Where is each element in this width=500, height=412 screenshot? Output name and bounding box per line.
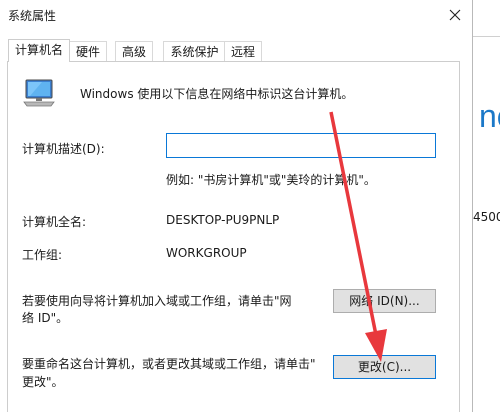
workgroup-label: 工作组: bbox=[22, 248, 63, 262]
background-window: nc 4500 bbox=[473, 0, 500, 412]
background-heading-fragment: nc bbox=[479, 98, 500, 134]
tab-advanced[interactable]: 高级 bbox=[115, 41, 153, 61]
fullname-value: DESKTOP-PU9PNLP bbox=[166, 213, 280, 227]
info-text: Windows 使用以下信息在网络中标识这台计算机。 bbox=[80, 87, 354, 101]
tab-system-protection[interactable]: 系统保护 bbox=[163, 41, 226, 61]
network-id-button[interactable]: 网络 ID(N)... bbox=[333, 289, 436, 313]
tab-hardware[interactable]: 硬件 bbox=[69, 41, 107, 61]
fullname-label: 计算机全名: bbox=[22, 215, 87, 229]
network-text-line1: 若要使用向导将计算机加入域或工作组，请单击"网 bbox=[22, 294, 292, 308]
example-text: 例如: "书房计算机"或"美玲的计算机"。 bbox=[166, 173, 376, 187]
tab-computer-name[interactable]: 计算机名 bbox=[8, 39, 70, 62]
description-label: 计算机描述(D): bbox=[22, 142, 105, 156]
system-properties-dialog: 系统属性 计算机名 硬件 高级 系统保护 远程 Windows 使用以下信息在网… bbox=[0, 0, 473, 412]
background-number-fragment: 4500 bbox=[473, 210, 500, 224]
change-button[interactable]: 更改(C)... bbox=[333, 355, 436, 379]
workgroup-value: WORKGROUP bbox=[166, 246, 247, 260]
description-input[interactable] bbox=[166, 133, 436, 158]
window-title: 系统属性 bbox=[8, 9, 57, 23]
rename-text-line1: 要重命名这台计算机，或者更改其域或工作组，请单击" bbox=[22, 357, 316, 371]
background-separator bbox=[473, 36, 500, 37]
close-button[interactable] bbox=[438, 0, 472, 30]
computer-icon bbox=[23, 79, 55, 107]
rename-text-line2: 更改"。 bbox=[22, 375, 64, 389]
tab-remote[interactable]: 远程 bbox=[224, 41, 262, 61]
title-bar[interactable]: 系统属性 bbox=[0, 0, 472, 30]
close-icon bbox=[449, 9, 461, 21]
network-text-line2: 络 ID"。 bbox=[22, 311, 69, 325]
